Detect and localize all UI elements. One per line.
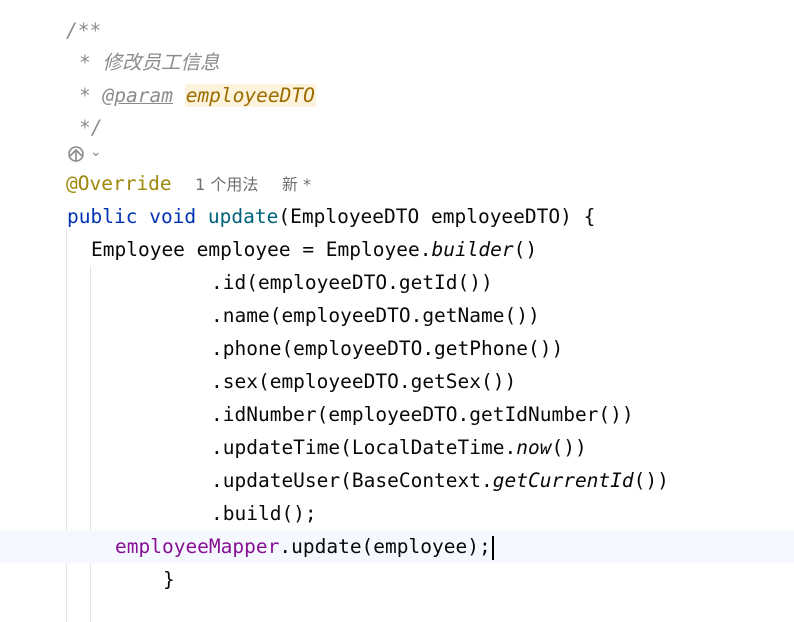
doc-comment-description-line: * 修改员工信息 (79, 51, 220, 74)
implementation-gutter-icon[interactable]: ⌄ (66, 143, 102, 165)
builder-line: Employee employee = Employee.builder() (91, 238, 538, 261)
override-line: @Override 1 个用法 新 * (66, 167, 311, 200)
doc-comment-close: */ (79, 116, 103, 139)
chain-name-line: .name(employeeDTO.getName()) (211, 304, 540, 327)
keyword-void: void (149, 205, 197, 228)
method-params: (EmployeeDTO employeeDTO) { (278, 205, 596, 228)
usages-inlay-hint[interactable]: 1 个用法 (195, 175, 258, 194)
method-name[interactable]: update (208, 205, 278, 228)
doc-comment-open: /** (66, 19, 102, 42)
closing-brace: } (163, 568, 175, 591)
chain-phone-line: .phone(employeeDTO.getPhone()) (211, 337, 564, 360)
param-tag[interactable]: @param (103, 84, 173, 107)
chevron-down-icon[interactable]: ⌄ (90, 144, 102, 160)
override-icon (68, 146, 84, 162)
now-call[interactable]: now (516, 436, 551, 459)
param-name-highlight[interactable]: employeeDTO (184, 84, 316, 107)
chain-sex-line: .sex(employeeDTO.getSex()) (211, 370, 517, 393)
chain-idnumber-line: .idNumber(employeeDTO.getIdNumber()) (211, 403, 634, 426)
keyword-public: public (67, 205, 138, 228)
chain-updatetime-line: .updateTime(LocalDateTime.now()) (211, 436, 587, 459)
get-current-id-call[interactable]: getCurrentId (493, 469, 634, 492)
chain-build-line: .build(); (211, 502, 317, 525)
indent-guide (66, 230, 67, 622)
override-annotation: @Override (66, 172, 172, 195)
mapper-field[interactable]: employeeMapper (115, 535, 279, 558)
chain-id-line: .id(employeeDTO.getId()) (211, 271, 493, 294)
doc-comment-param-line: * @param employeeDTO (79, 84, 316, 107)
mapper-update-line[interactable]: employeeMapper.update(employee); (115, 530, 494, 563)
indent-guide (90, 266, 91, 622)
text-caret (491, 535, 494, 560)
author-inlay-hint[interactable]: 新 * (282, 175, 311, 194)
chain-updateuser-line: .updateUser(BaseContext.getCurrentId()) (211, 469, 669, 492)
method-signature: public void update(EmployeeDTO employeeD… (67, 200, 595, 233)
doc-comment-description: 修改员工信息 (102, 51, 220, 74)
builder-call[interactable]: builder (431, 238, 513, 261)
